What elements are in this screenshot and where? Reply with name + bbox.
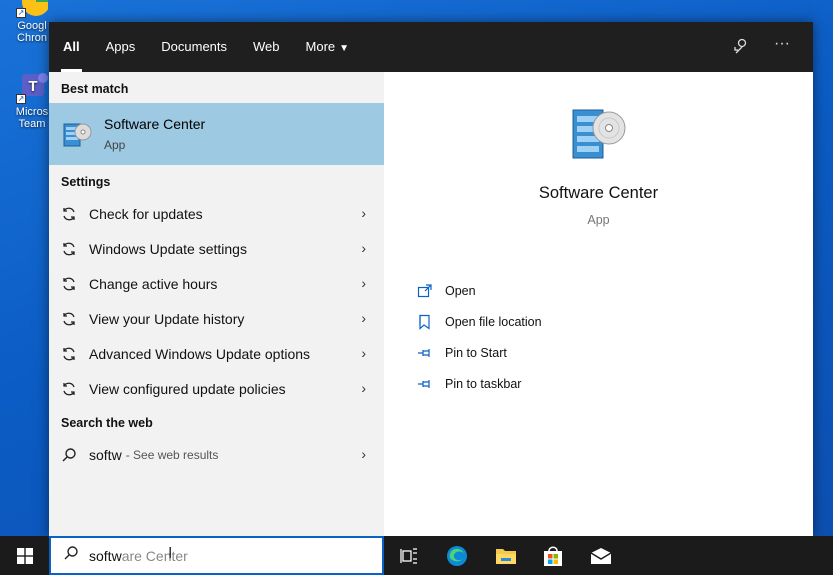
- sync-icon: [61, 346, 77, 362]
- search-flyout: All Apps Documents Web More ▼ ··· Best ma…: [49, 22, 813, 536]
- sync-icon: [61, 381, 77, 397]
- mail-icon[interactable]: [589, 544, 613, 568]
- tab-label: All: [63, 39, 80, 54]
- sync-icon: [61, 206, 77, 222]
- search-icon: [63, 545, 79, 566]
- settings-item-label: View configured update policies: [89, 380, 286, 397]
- action-label: Pin to taskbar: [445, 376, 522, 391]
- shortcut-arrow-icon: ↗: [16, 94, 26, 104]
- detail-app-subtitle: App: [587, 213, 610, 227]
- tab-more[interactable]: More ▼: [306, 22, 350, 72]
- tab-web[interactable]: Web: [253, 22, 280, 72]
- action-label: Pin to Start: [445, 345, 507, 360]
- caret-down-icon: ▼: [339, 43, 350, 54]
- chevron-right-icon: ›: [361, 205, 366, 221]
- file-location-icon: [417, 314, 433, 330]
- pin-icon: [417, 376, 433, 392]
- search-tabs-bar: All Apps Documents Web More ▼ ···: [49, 22, 813, 72]
- tab-label: Apps: [105, 39, 136, 54]
- web-search-result[interactable]: softw - See web results ›: [49, 437, 384, 472]
- tab-apps[interactable]: Apps: [106, 22, 136, 72]
- search-typed-text: softw: [89, 547, 122, 564]
- open-action[interactable]: Open: [417, 275, 542, 306]
- chevron-right-icon: ›: [361, 310, 366, 326]
- software-center-icon: [569, 102, 629, 164]
- settings-item-advanced-options[interactable]: Advanced Windows Update options ›: [49, 336, 384, 371]
- settings-item-check-for-updates[interactable]: Check for updates ›: [49, 196, 384, 231]
- chevron-right-icon: ›: [361, 275, 366, 291]
- teams-icon: T ↗: [16, 72, 48, 104]
- edge-icon[interactable]: [445, 544, 469, 568]
- settings-item-label: Windows Update settings: [89, 240, 247, 257]
- web-search-suffix: - See web results: [125, 447, 219, 462]
- search-icon: [61, 447, 77, 463]
- tab-documents[interactable]: Documents: [161, 22, 227, 72]
- file-explorer-icon[interactable]: [494, 544, 518, 568]
- results-pane: Best match Software Center App Settings: [49, 72, 384, 536]
- detail-pane: Software Center App Open Open file locat…: [384, 72, 813, 536]
- settings-item-label: Change active hours: [89, 275, 218, 292]
- chevron-right-icon: ›: [361, 380, 366, 396]
- tab-label: Web: [253, 39, 280, 54]
- search-query-text: software Center I: [89, 544, 188, 564]
- chrome-icon: ↗: [16, 0, 50, 18]
- settings-item-change-active-hours[interactable]: Change active hours ›: [49, 266, 384, 301]
- taskbar: software Center I: [0, 536, 833, 575]
- open-file-location-action[interactable]: Open file location: [417, 306, 542, 337]
- pin-icon: [417, 345, 433, 361]
- shortcut-arrow-icon: ↗: [16, 8, 26, 18]
- settings-item-label: Advanced Windows Update options: [89, 345, 311, 362]
- search-autocomplete-text: are Center: [121, 547, 188, 564]
- open-icon: [417, 283, 433, 299]
- settings-item-update-policies[interactable]: View configured update policies ›: [49, 371, 384, 406]
- tab-label: Documents: [161, 39, 228, 54]
- feedback-icon[interactable]: [732, 37, 750, 60]
- web-search-query: softw: [89, 446, 122, 463]
- settings-item-update-history[interactable]: View your Update history ›: [49, 301, 384, 336]
- detail-app-title: Software Center: [538, 184, 659, 202]
- settings-heading: Settings: [61, 175, 111, 189]
- tab-label: More: [305, 39, 336, 54]
- settings-item-windows-update-settings[interactable]: Windows Update settings ›: [49, 231, 384, 266]
- sync-icon: [61, 241, 77, 257]
- chevron-right-icon: ›: [361, 345, 366, 361]
- best-match-subtitle: App: [104, 138, 126, 152]
- settings-item-label: View your Update history: [89, 310, 245, 327]
- pin-to-taskbar-action[interactable]: Pin to taskbar: [417, 368, 542, 399]
- action-label: Open file location: [445, 314, 542, 329]
- taskbar-search-input[interactable]: software Center I: [49, 536, 384, 575]
- svg-text:T: T: [28, 78, 37, 95]
- text-cursor-icon: I: [168, 544, 173, 562]
- detail-actions: Open Open file location Pin to Start Pin…: [417, 275, 542, 399]
- best-match-heading: Best match: [61, 82, 129, 96]
- best-match-title: Software Center: [104, 116, 206, 132]
- sync-icon: [61, 276, 77, 292]
- tab-all[interactable]: All: [61, 22, 82, 72]
- chevron-right-icon: ›: [361, 240, 366, 256]
- pin-to-start-action[interactable]: Pin to Start: [417, 337, 542, 368]
- settings-item-label: Check for updates: [89, 205, 203, 222]
- chevron-right-icon: ›: [361, 446, 366, 462]
- sync-icon: [61, 311, 77, 327]
- best-match-result[interactable]: Software Center App: [49, 103, 384, 165]
- action-label: Open: [445, 283, 476, 298]
- task-view-icon[interactable]: [397, 544, 421, 568]
- store-icon[interactable]: [541, 544, 565, 568]
- windows-start-icon[interactable]: [0, 536, 49, 575]
- search-web-heading: Search the web: [61, 416, 153, 430]
- more-options-icon[interactable]: ···: [774, 35, 790, 53]
- software-center-icon: [61, 118, 93, 150]
